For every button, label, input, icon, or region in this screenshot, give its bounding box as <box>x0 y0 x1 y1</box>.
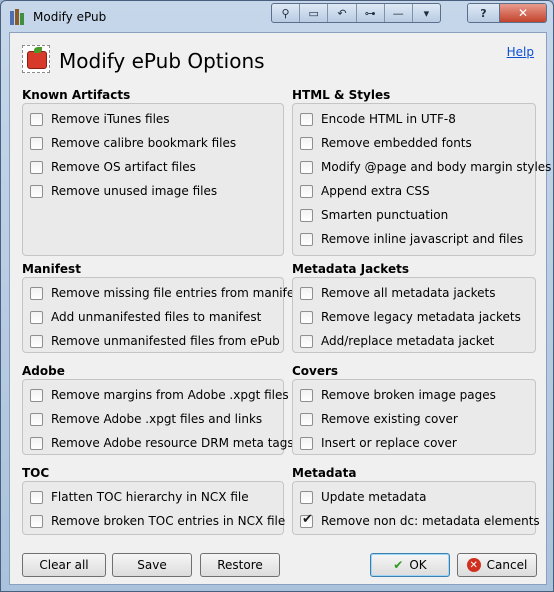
option-append-extra-css[interactable]: Append extra CSS <box>300 182 430 200</box>
checkbox[interactable] <box>30 514 43 528</box>
checkbox[interactable] <box>30 184 43 198</box>
option-insert-replace-cover[interactable]: Insert or replace cover <box>300 434 457 452</box>
checkbox[interactable] <box>300 112 313 126</box>
option-flatten-toc-hierarchy[interactable]: Flatten TOC hierarchy in NCX file <box>30 488 249 506</box>
option-update-metadata[interactable]: Update metadata <box>300 488 426 506</box>
minimize-icon[interactable]: — <box>385 4 413 22</box>
group-manifest: Remove missing file entries from manifes… <box>22 277 305 353</box>
checkbox[interactable] <box>30 436 43 450</box>
section-title-metadata-jackets: Metadata Jackets <box>292 262 409 276</box>
checkbox[interactable] <box>30 310 43 324</box>
checkbox[interactable] <box>300 310 313 324</box>
modify-epub-logo-icon <box>22 45 50 73</box>
option-remove-non-dc-metadata[interactable]: ✔ Remove non dc: metadata elements <box>300 512 540 530</box>
group-known-artifacts: Remove iTunes files Remove calibre bookm… <box>22 103 284 256</box>
checkbox[interactable] <box>300 388 313 402</box>
section-title-html-styles: HTML & Styles <box>292 88 391 102</box>
save-button[interactable]: Save <box>112 553 192 577</box>
section-title-toc: TOC <box>22 466 50 480</box>
checkbox[interactable] <box>300 232 313 246</box>
group-metadata-jackets: Remove all metadata jackets Remove legac… <box>292 277 536 353</box>
option-remove-broken-toc-entries[interactable]: Remove broken TOC entries in NCX file <box>30 512 285 530</box>
checkbox-checked[interactable]: ✔ <box>300 511 313 528</box>
checkbox[interactable] <box>30 334 43 348</box>
checkbox[interactable] <box>300 286 313 300</box>
checkbox[interactable] <box>300 136 313 150</box>
option-remove-unmanifested-files[interactable]: Remove unmanifested files from ePub <box>30 332 280 350</box>
group-adobe: Remove margins from Adobe .xpgt files Re… <box>22 379 294 455</box>
checkbox[interactable] <box>300 160 313 174</box>
option-remove-adobe-margins[interactable]: Remove margins from Adobe .xpgt files <box>30 386 289 404</box>
option-add-unmanifested-files[interactable]: Add unmanifested files to manifest <box>30 308 261 326</box>
option-remove-legacy-metadata-jackets[interactable]: Remove legacy metadata jackets <box>300 308 521 326</box>
option-remove-missing-file-entries[interactable]: Remove missing file entries from manifes… <box>30 284 305 302</box>
close-window-button[interactable]: ✕ <box>500 4 546 22</box>
title-bar: Modify ePub ⚲ ▭ ↶ ⊶ — ▾ ? ✕ <box>1 1 553 33</box>
checkbox[interactable] <box>30 412 43 426</box>
ok-button-label: OK <box>409 558 427 572</box>
checkbox[interactable] <box>30 490 43 504</box>
section-title-manifest: Manifest <box>22 262 81 276</box>
checkbox[interactable] <box>300 436 313 450</box>
checkbox[interactable] <box>30 112 43 126</box>
section-title-adobe: Adobe <box>22 364 65 378</box>
option-remove-embedded-fonts[interactable]: Remove embedded fonts <box>300 134 472 152</box>
option-remove-calibre-bookmark-files[interactable]: Remove calibre bookmark files <box>30 134 236 152</box>
option-remove-all-metadata-jackets[interactable]: Remove all metadata jackets <box>300 284 495 302</box>
checkbox[interactable] <box>30 388 43 402</box>
check-mark-icon: ✔ <box>302 511 313 527</box>
calibre-app-icon <box>10 9 26 25</box>
plugin-icon[interactable]: ⊶ <box>357 4 385 22</box>
undo-icon[interactable]: ↶ <box>328 4 357 22</box>
group-covers: Remove broken image pages Remove existin… <box>292 379 536 455</box>
option-remove-broken-image-pages[interactable]: Remove broken image pages <box>300 386 496 404</box>
title-toolbar: ⚲ ▭ ↶ ⊶ — ▾ <box>271 3 441 23</box>
dialog-title: Modify ePub Options <box>59 49 265 73</box>
option-remove-inline-javascript[interactable]: Remove inline javascript and files <box>300 230 523 248</box>
group-metadata: Update metadata ✔ Remove non dc: metadata… <box>292 481 540 535</box>
option-remove-adobe-xpgt-files[interactable]: Remove Adobe .xpgt files and links <box>30 410 262 428</box>
checkbox[interactable] <box>300 412 313 426</box>
checkbox[interactable] <box>30 160 43 174</box>
option-encode-html-utf8[interactable]: Encode HTML in UTF-8 <box>300 110 456 128</box>
pin-icon[interactable]: ⚲ <box>272 4 301 22</box>
caption-buttons: ? ✕ <box>467 3 547 23</box>
option-remove-adobe-drm-meta-tags[interactable]: Remove Adobe resource DRM meta tags <box>30 434 294 452</box>
option-remove-itunes-files[interactable]: Remove iTunes files <box>30 110 170 128</box>
checkbox[interactable] <box>30 136 43 150</box>
cancel-button-label: Cancel <box>486 558 528 572</box>
group-toc: Flatten TOC hierarchy in NCX file Remove… <box>22 481 285 535</box>
checkbox[interactable] <box>300 490 313 504</box>
clear-all-button[interactable]: Clear all <box>22 553 106 577</box>
checkbox[interactable] <box>300 334 313 348</box>
option-add-replace-metadata-jacket[interactable]: Add/replace metadata jacket <box>300 332 494 350</box>
restore-window-icon[interactable]: ▭ <box>300 4 329 22</box>
restore-button[interactable]: Restore <box>200 553 280 577</box>
menu-icon[interactable]: ▾ <box>413 4 440 22</box>
option-remove-unused-image-files[interactable]: Remove unused image files <box>30 182 217 200</box>
modify-epub-window: Modify ePub ⚲ ▭ ↶ ⊶ — ▾ ? ✕ Modify ePub … <box>0 0 554 592</box>
section-title-covers: Covers <box>292 364 339 378</box>
cancel-icon: ✕ <box>466 558 481 572</box>
cancel-button[interactable]: ✕ Cancel <box>457 553 537 577</box>
help-link[interactable]: Help <box>507 45 534 59</box>
option-remove-os-artifact-files[interactable]: Remove OS artifact files <box>30 158 196 176</box>
dialog-body: Modify ePub Options Help Known Artifacts… <box>9 32 551 585</box>
section-title-metadata: Metadata <box>292 466 357 480</box>
window-title: Modify ePub <box>33 10 107 24</box>
option-smarten-punctuation[interactable]: Smarten punctuation <box>300 206 448 224</box>
section-title-known-artifacts: Known Artifacts <box>22 88 131 102</box>
group-html-styles: Encode HTML in UTF-8 Remove embedded fon… <box>292 103 551 256</box>
option-modify-page-margins[interactable]: Modify @page and body margin styles <box>300 158 551 176</box>
help-caption-button[interactable]: ? <box>468 4 500 22</box>
ok-button[interactable]: ✔ OK <box>370 553 450 577</box>
option-remove-existing-cover[interactable]: Remove existing cover <box>300 410 458 428</box>
checkbox[interactable] <box>300 184 313 198</box>
checkbox[interactable] <box>30 286 43 300</box>
checkbox[interactable] <box>300 208 313 222</box>
check-icon: ✔ <box>393 558 404 572</box>
